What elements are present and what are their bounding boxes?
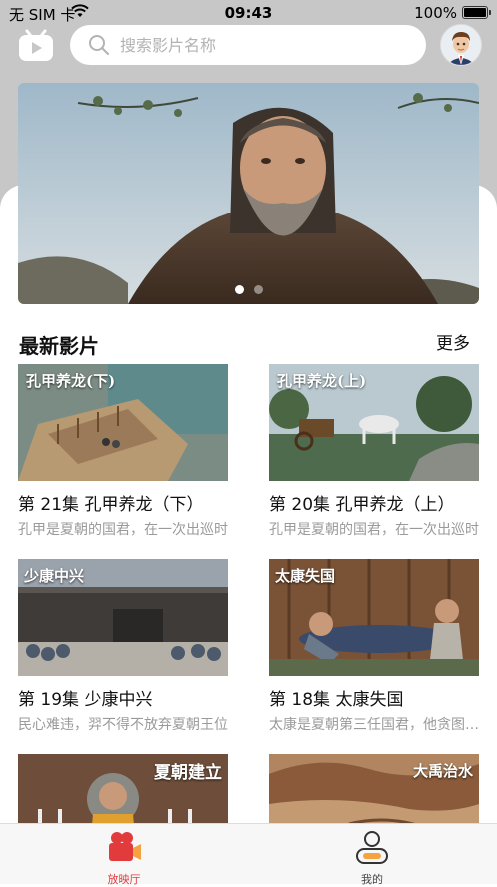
tab-screening-hall[interactable]: 放映厅 <box>84 829 164 887</box>
tab-label: 放映厅 <box>107 873 141 886</box>
section-title: 最新影片 <box>19 334 99 358</box>
video-title: 第 20集 孔甲养龙（上） <box>269 495 455 515</box>
banner-image <box>18 83 479 304</box>
video-description: 太康是夏朝第三任国君，他贪图享乐 <box>269 717 479 733</box>
video-title: 第 21集 孔甲养龙（下） <box>18 495 204 515</box>
tab-label: 我的 <box>361 873 383 886</box>
tab-bar: 放映厅 我的 <box>0 823 497 887</box>
video-description: 民心难违，羿不得不放弃夏朝王位 <box>18 717 228 733</box>
carousel-dot[interactable] <box>253 285 263 294</box>
video-card[interactable]: 太康失国 第 18集 太康失国 太康是夏朝第三任国君，他贪图享乐 <box>269 559 479 734</box>
more-link[interactable]: 更多 <box>436 329 470 354</box>
search-bar[interactable] <box>70 25 426 65</box>
tab-me[interactable]: 我的 <box>332 829 412 887</box>
thumbnail-caption: 孔甲养龙(上) <box>277 372 367 390</box>
camera-icon <box>109 832 141 861</box>
video-title: 第 19集 少康中兴 <box>18 690 153 710</box>
video-card[interactable]: 孔甲养龙(下) 第 21集 孔甲养龙（下） 孔甲是夏朝的国君，在一次出巡时 <box>18 364 228 539</box>
video-title: 第 18集 太康失国 <box>269 690 404 710</box>
carousel-dots <box>18 285 479 294</box>
avatar[interactable] <box>440 24 482 66</box>
battery-percent: 100% <box>414 4 457 22</box>
search-input[interactable] <box>118 34 402 56</box>
battery-icon <box>462 6 491 19</box>
play-tv-icon[interactable] <box>18 28 54 62</box>
thumbnail-caption: 太康失国 <box>275 567 336 585</box>
video-description: 孔甲是夏朝的国君，在一次出巡时 <box>18 522 228 538</box>
video-thumbnail: 孔甲养龙(上) <box>269 364 479 481</box>
thumbnail-caption: 夏朝建立 <box>154 763 222 783</box>
video-thumbnail: 孔甲养龙(下) <box>18 364 228 481</box>
video-card[interactable]: 孔甲养龙(上) 第 20集 孔甲养龙（上） 孔甲是夏朝的国君，在一次出巡时 <box>269 364 479 539</box>
person-icon <box>356 831 388 864</box>
thumbnail-caption: 孔甲养龙(下) <box>26 372 116 390</box>
video-card[interactable]: 少康中兴 第 19集 少康中兴 民心难违，羿不得不放弃夏朝王位 <box>18 559 228 734</box>
status-bar: 无 SIM 卡 09:43 100% <box>0 0 497 26</box>
video-description: 孔甲是夏朝的国君，在一次出巡时 <box>269 522 479 538</box>
carousel-dot[interactable] <box>234 285 244 294</box>
search-icon <box>89 35 109 55</box>
video-thumbnail: 少康中兴 <box>18 559 228 676</box>
banner-carousel[interactable] <box>18 83 479 304</box>
thumbnail-caption: 少康中兴 <box>24 567 85 585</box>
video-thumbnail: 太康失国 <box>269 559 479 676</box>
thumbnail-caption: 大禹治水 <box>412 762 473 780</box>
